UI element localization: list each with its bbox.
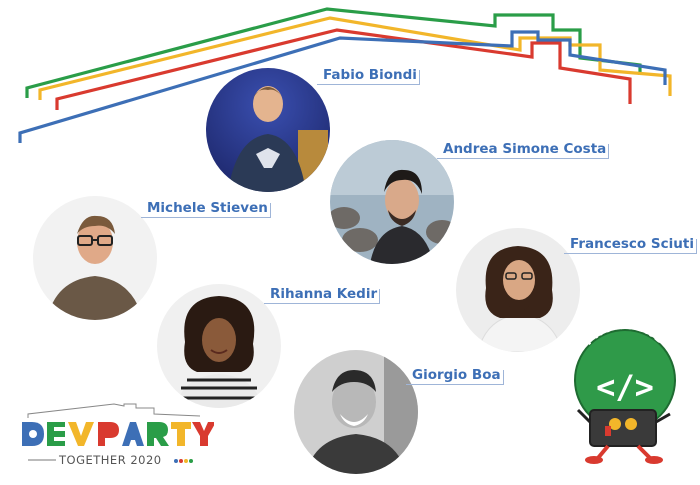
blue-line xyxy=(18,30,667,143)
speaker-name-francesco-sciuti: Francesco Sciuti xyxy=(564,235,697,254)
speaker-name-fabio-biondi: Fabio Biondi xyxy=(317,66,420,85)
speaker-name-giorgio-boa: Giorgio Boa xyxy=(406,366,504,385)
speaker-photo-fabio-biondi xyxy=(206,68,330,192)
frontend-mascot: FRONTEND </> xyxy=(574,318,676,464)
speaker-photo-michele-stieven xyxy=(33,196,157,320)
mascot-body xyxy=(589,409,657,447)
speaker-name-michele-stieven: Michele Stieven xyxy=(141,199,271,218)
speaker-photo-giorgio-boa xyxy=(294,350,418,474)
speaker-name-rihanna-kedir: Rihanna Kedir xyxy=(263,285,381,304)
code-brackets-icon: </> xyxy=(596,368,654,406)
devparty-wordmark xyxy=(22,422,214,446)
speaker-photo-andrea-simone-costa xyxy=(330,140,454,264)
event-banner: Fabio Biondi Andrea Simone Costa Michele… xyxy=(0,0,700,485)
speaker-name-andrea-simone-costa: Andrea Simone Costa xyxy=(436,140,610,159)
devparty-subtitle: TOGETHER 2020 xyxy=(58,453,162,467)
mascot-eye-right xyxy=(625,418,637,430)
devparty-logo: TOGETHER 2020 xyxy=(22,403,214,467)
color-dots xyxy=(174,459,193,463)
speaker-photo-rihanna-kedir xyxy=(157,284,281,408)
